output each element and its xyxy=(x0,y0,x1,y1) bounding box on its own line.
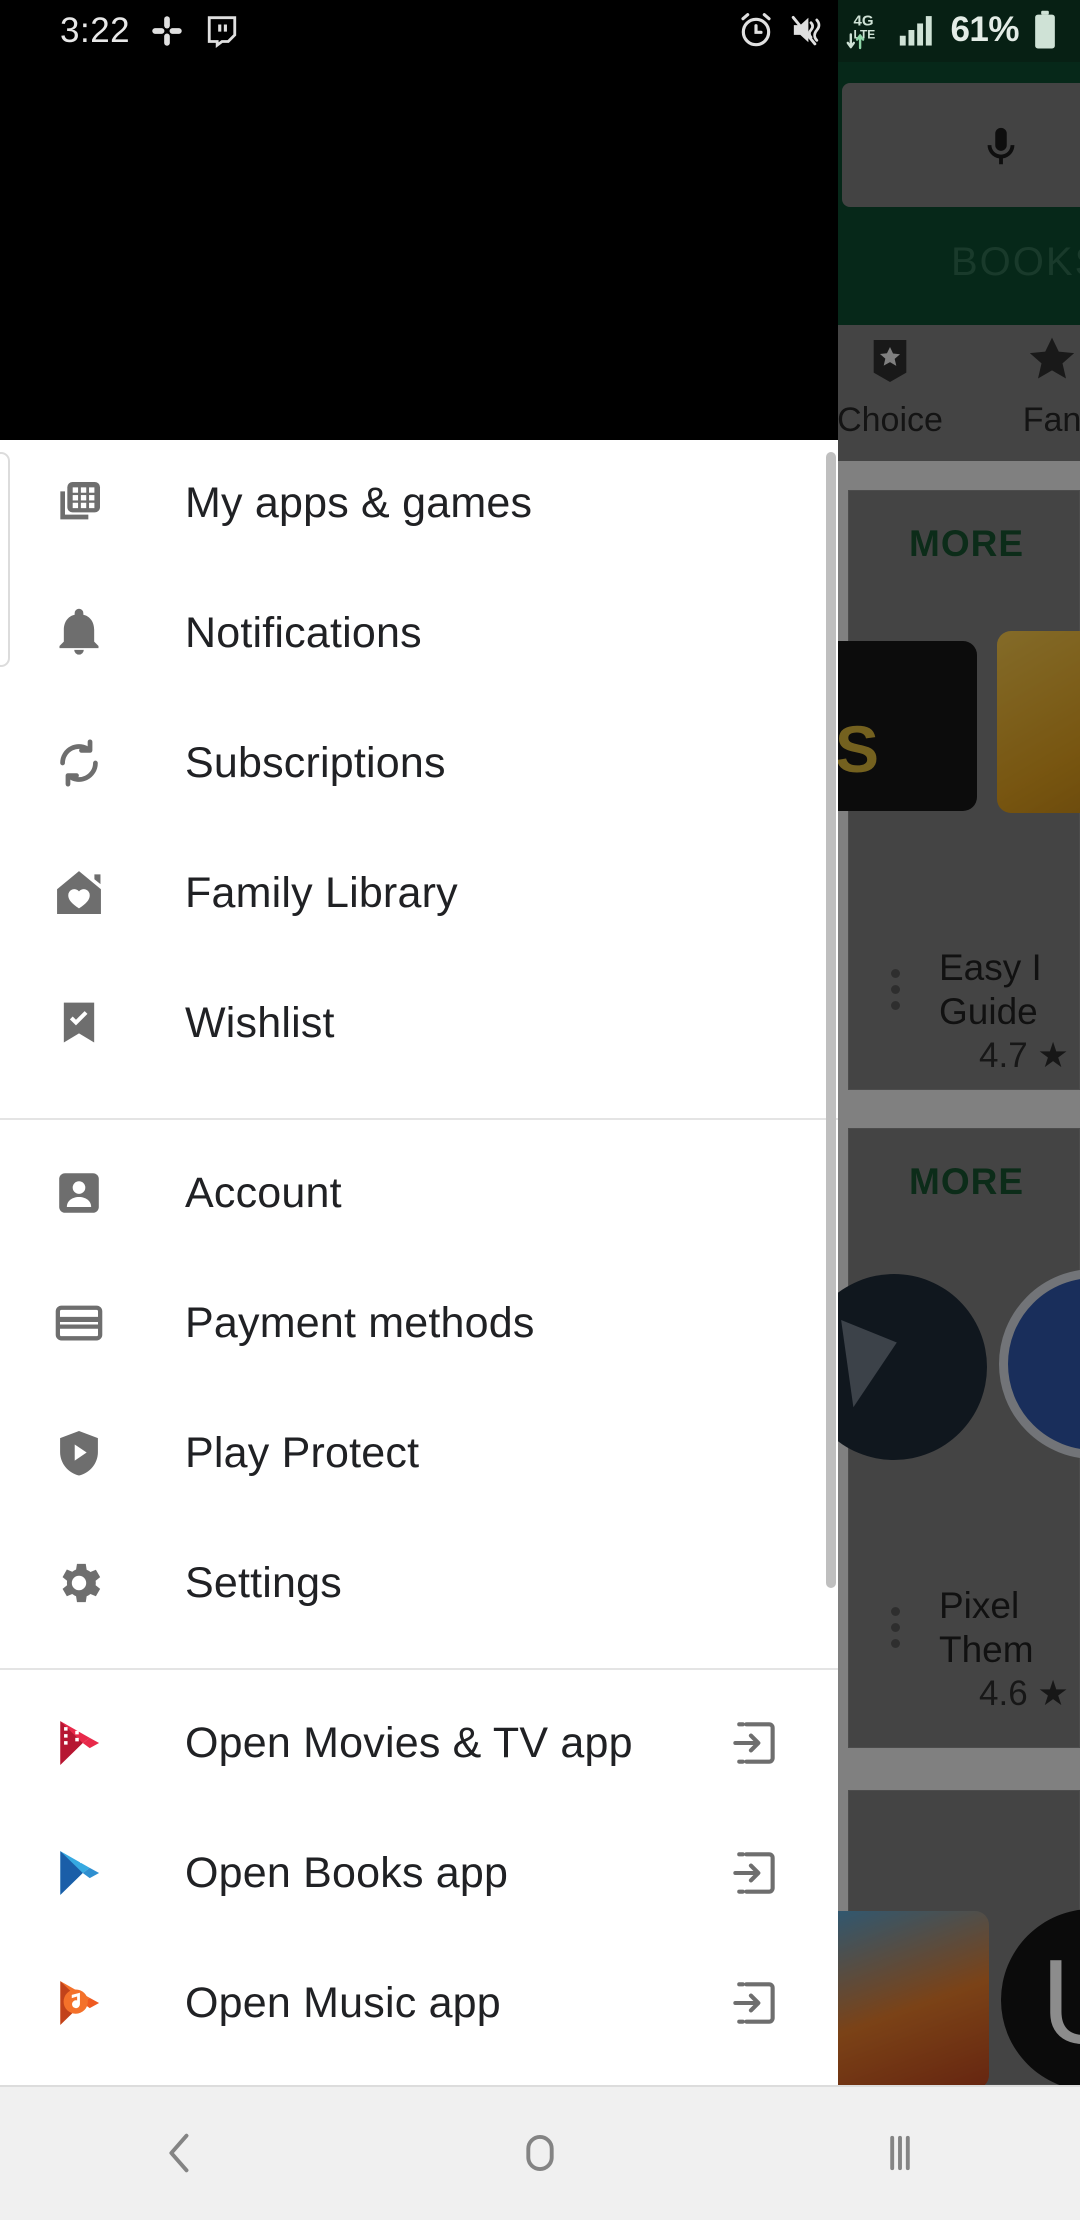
apps-games-icon xyxy=(48,472,110,534)
drawer-scrollbar[interactable] xyxy=(826,452,836,1588)
drawer-item-open-music-app[interactable]: Open Music app xyxy=(0,1940,838,2066)
play-movies-icon xyxy=(48,1712,110,1774)
drawer-item-label: Open Movies & TV app xyxy=(185,1718,633,1767)
home-rounded-square-icon xyxy=(514,2127,566,2179)
drawer-item-payment-methods[interactable]: Payment methods xyxy=(0,1260,838,1386)
drawer-item-label: Settings xyxy=(185,1558,342,1607)
drawer-item-label: Play Protect xyxy=(185,1428,420,1477)
drawer-item-family-library[interactable]: Family Library xyxy=(0,830,838,956)
drawer-item-settings[interactable]: Settings xyxy=(0,1520,838,1646)
play-books-icon xyxy=(48,1842,110,1904)
phone-screen: BOOKS Choice Fan MORE S Easy I Guide 4 xyxy=(0,0,1080,2220)
drawer-item-notifications[interactable]: Notifications xyxy=(0,570,838,696)
drawer-item-play-protect[interactable]: Play Protect xyxy=(0,1390,838,1516)
drawer-item-label: Subscriptions xyxy=(185,738,446,787)
shield-play-icon xyxy=(48,1422,110,1484)
nav-home-button[interactable] xyxy=(360,2085,720,2220)
drawer-item-account[interactable]: Account xyxy=(0,1130,838,1256)
bookmark-check-icon xyxy=(48,992,110,1054)
family-home-heart-icon xyxy=(48,862,110,924)
nav-recents-button[interactable] xyxy=(720,2085,1080,2220)
drawer-divider xyxy=(0,1668,838,1670)
drawer-scrolled-edge xyxy=(0,452,10,667)
drawer-item-subscriptions[interactable]: Subscriptions xyxy=(0,700,838,826)
system-navigation-bar xyxy=(0,2085,1080,2220)
navigation-drawer: My apps & games Notifications Subscripti… xyxy=(0,440,838,2085)
exit-to-app-icon[interactable] xyxy=(728,1977,780,2029)
nav-back-button[interactable] xyxy=(0,2085,360,2220)
gear-icon xyxy=(48,1552,110,1614)
drawer-item-label: Family Library xyxy=(185,868,458,917)
refresh-sync-icon xyxy=(48,732,110,794)
drawer-item-label: Payment methods xyxy=(185,1298,535,1347)
navbar-top-divider xyxy=(0,2085,1080,2087)
recents-bars-icon xyxy=(874,2127,926,2179)
chevron-left-icon xyxy=(154,2127,206,2179)
drawer-item-my-apps-games[interactable]: My apps & games xyxy=(0,440,838,566)
drawer-divider xyxy=(0,1118,838,1120)
drawer-item-label: Open Books app xyxy=(185,1848,509,1897)
drawer-item-label: Open Music app xyxy=(185,1978,501,2027)
bell-icon xyxy=(48,602,110,664)
drawer-item-label: Notifications xyxy=(185,608,422,657)
account-person-icon xyxy=(48,1162,110,1224)
drawer-item-label: My apps & games xyxy=(185,478,533,527)
drawer-item-open-movies-tv-app[interactable]: Open Movies & TV app xyxy=(0,1680,838,1806)
drawer-item-label: Wishlist xyxy=(185,998,335,1047)
drawer-item-label: Account xyxy=(185,1168,342,1217)
exit-to-app-icon[interactable] xyxy=(728,1717,780,1769)
exit-to-app-icon[interactable] xyxy=(728,1847,780,1899)
credit-card-icon xyxy=(48,1292,110,1354)
drawer-item-open-books-app[interactable]: Open Books app xyxy=(0,1810,838,1936)
drawer-item-wishlist[interactable]: Wishlist xyxy=(0,960,838,1086)
play-music-icon xyxy=(48,1972,110,2034)
drawer-header-dark-area xyxy=(0,62,838,440)
